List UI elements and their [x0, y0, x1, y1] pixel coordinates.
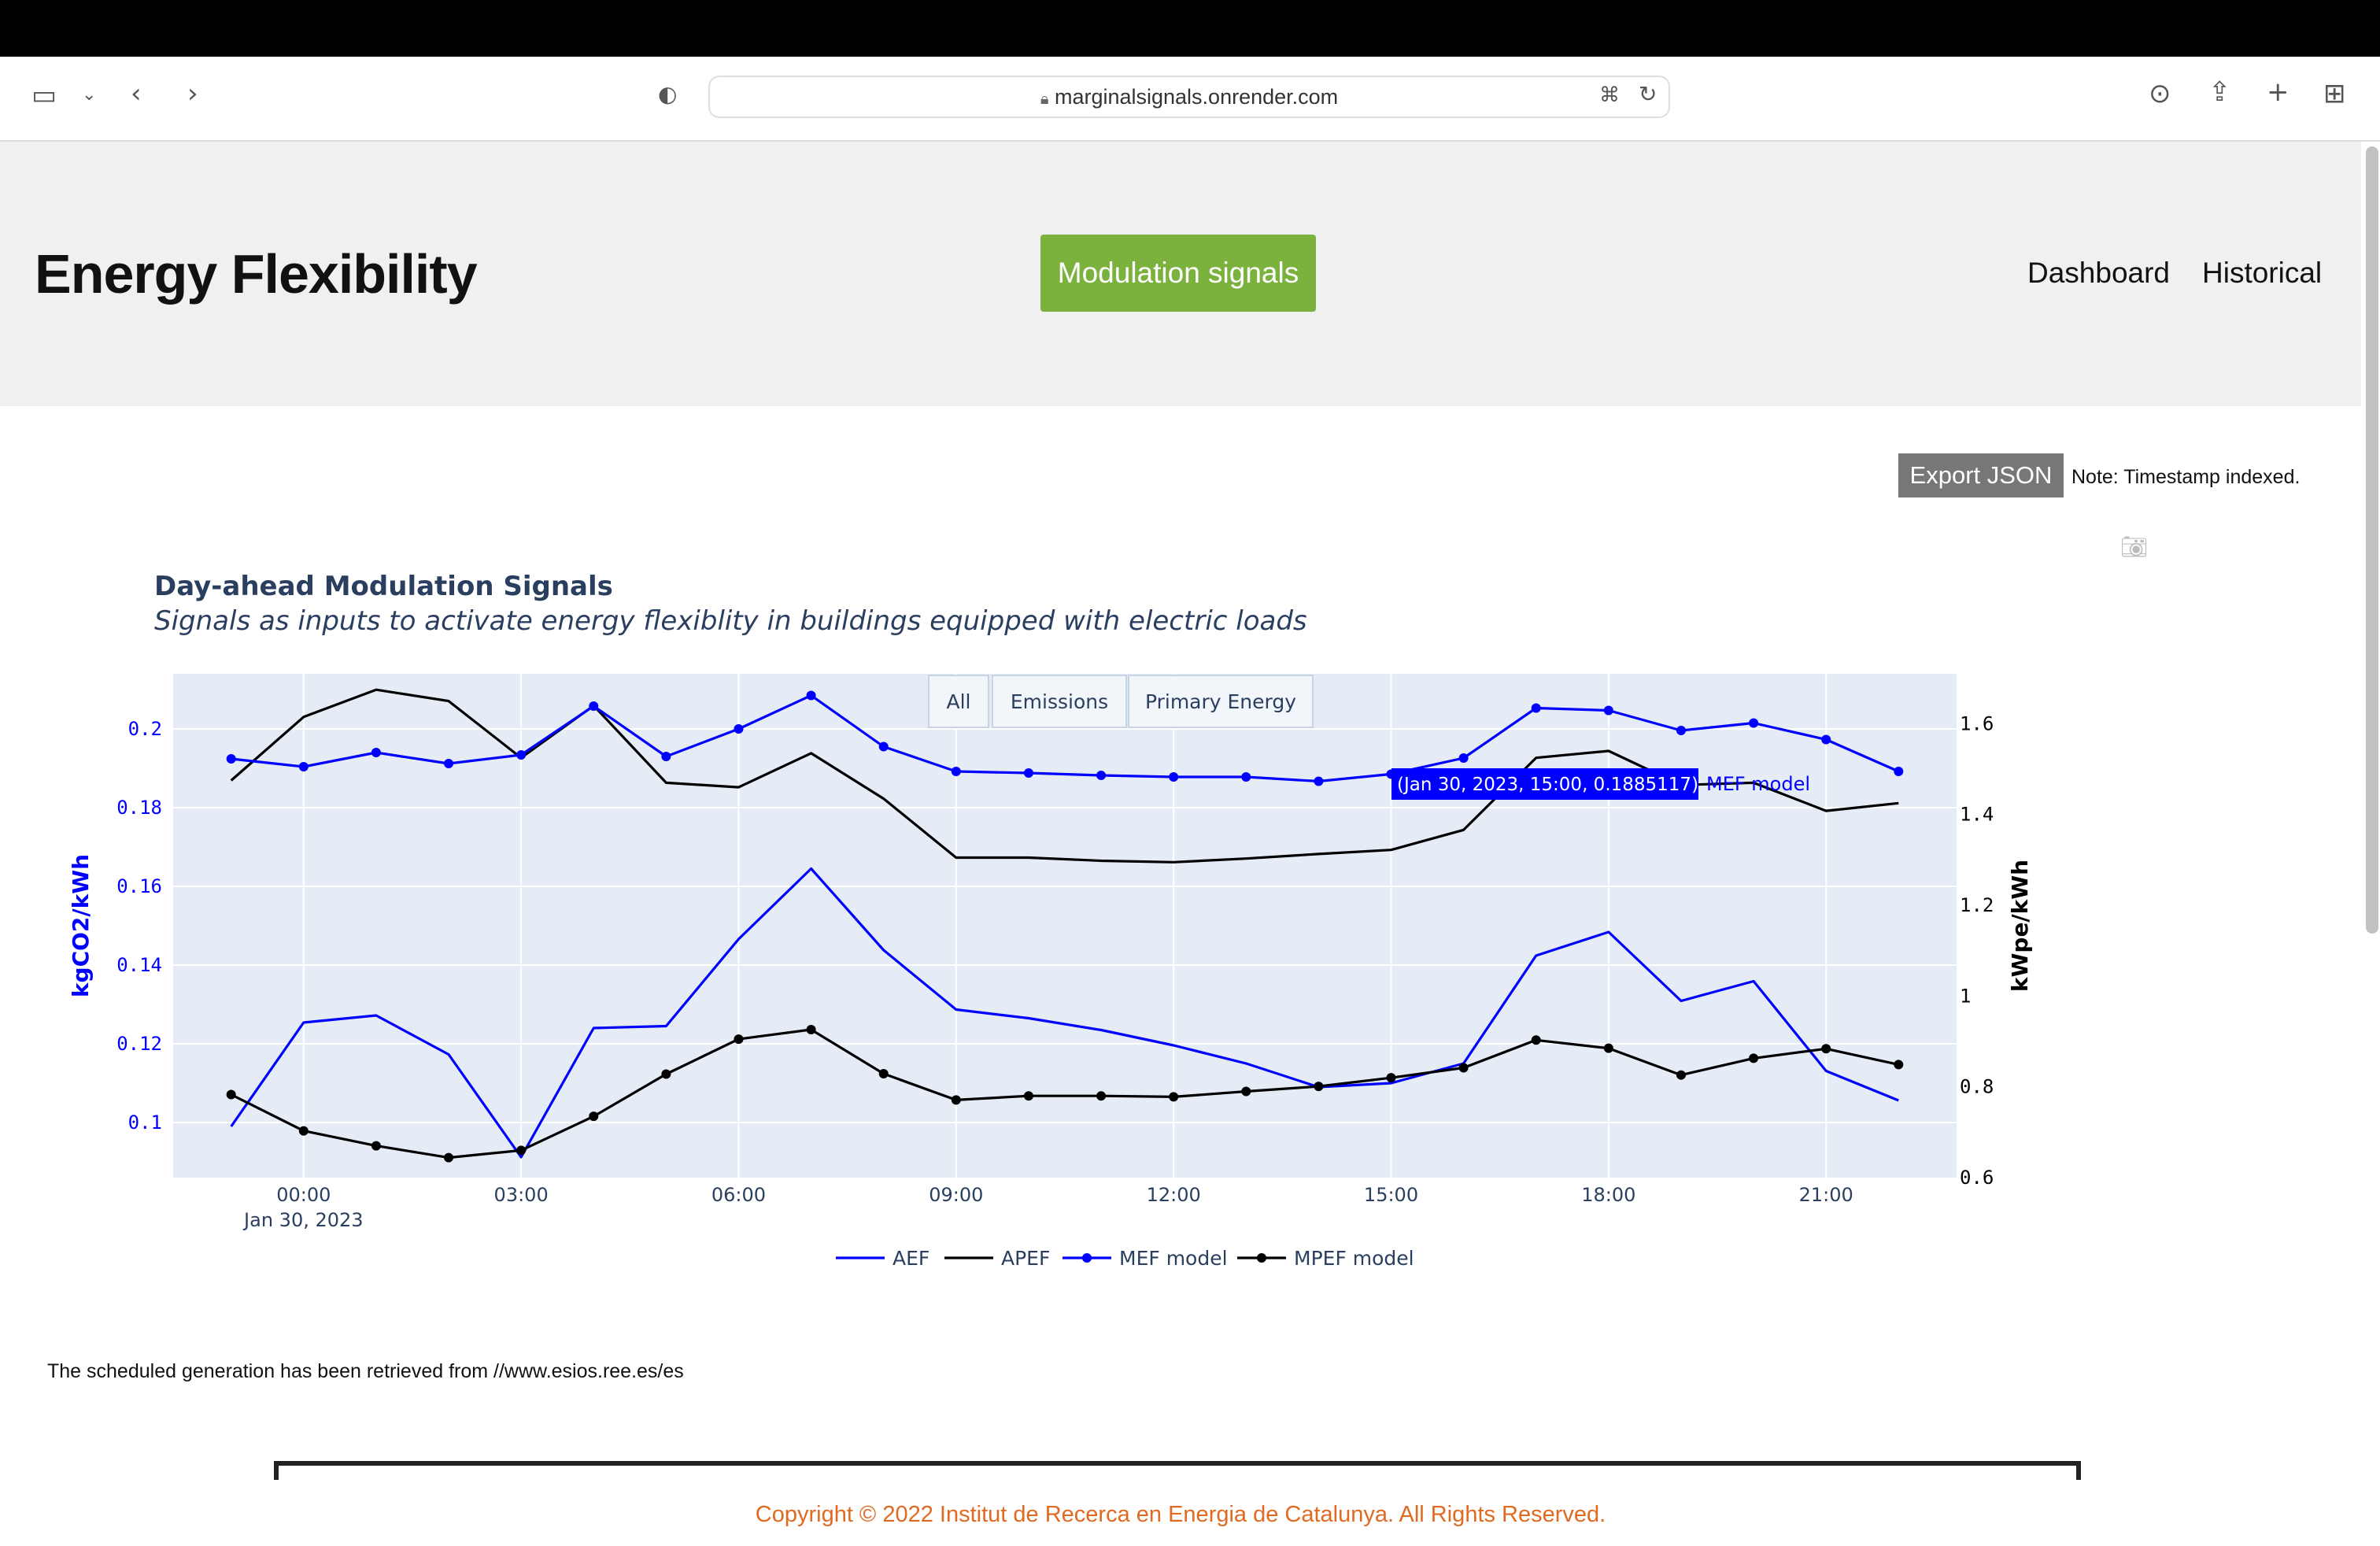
data-point-mpef-model	[878, 1068, 889, 1078]
chart-subtitle: Signals as inputs to activate energy fle…	[154, 605, 1307, 637]
data-point-mpef-model	[226, 1089, 236, 1100]
data-point-mef-model	[1096, 771, 1107, 780]
copyright-text: Copyright © 2022 Institut de Recerca en …	[755, 1502, 1606, 1527]
x-tick-label: 00:00	[276, 1184, 331, 1206]
y-tick-label-left: 0.18	[116, 797, 162, 819]
data-point-mpef-model	[1821, 1044, 1831, 1054]
legend-label-mef-model: MEF model	[1119, 1247, 1228, 1270]
data-point-mef-model	[661, 752, 671, 761]
y-tick-label-left: 0.14	[116, 954, 162, 976]
data-point-mpef-model	[1458, 1063, 1469, 1073]
legend: AEF APEF MEF model MPEF model	[836, 1247, 1414, 1270]
data-point-mpef-model	[1386, 1073, 1396, 1083]
data-point-mpef-model	[1749, 1053, 1759, 1063]
legend-label-apef: APEF	[1001, 1247, 1050, 1270]
data-point-mef-model	[444, 759, 454, 768]
data-point-mpef-model	[1603, 1043, 1613, 1053]
data-point-mpef-model	[589, 1111, 599, 1122]
data-point-mef-model	[734, 724, 744, 734]
legend-marker-mpef-model	[1257, 1253, 1266, 1263]
y-tick-label-right: 1.4	[1960, 804, 1994, 826]
y-tick-label-left: 0.12	[116, 1033, 162, 1055]
hover-tooltip-text: (Jan 30, 2023, 15:00, 0.1885117)	[1397, 775, 1698, 795]
plot-area	[173, 674, 1957, 1178]
data-point-mpef-model	[444, 1152, 454, 1163]
data-point-mef-model	[1894, 767, 1904, 776]
data-point-mef-model	[1241, 772, 1251, 782]
data-source-note: The scheduled generation has been retrie…	[47, 1360, 684, 1382]
data-point-mef-model	[806, 690, 816, 701]
data-point-mpef-model	[1169, 1092, 1179, 1102]
y-tick-label-left: 0.16	[116, 875, 162, 897]
x-tick-sublabel: Jan 30, 2023	[242, 1209, 364, 1231]
x-tick-label: 15:00	[1364, 1184, 1418, 1206]
filter-button-emissions-label: Emissions	[1011, 690, 1108, 713]
data-point-mpef-model	[371, 1141, 381, 1151]
y-tick-label-right: 0.8	[1960, 1076, 1994, 1098]
y-tick-label-left: 0.1	[128, 1111, 162, 1134]
data-point-mpef-model	[1241, 1086, 1251, 1097]
legend-label-aef: AEF	[893, 1247, 929, 1270]
filter-button-emissions[interactable]: Emissions	[992, 675, 1127, 728]
data-point-mef-model	[1023, 768, 1033, 778]
data-point-mef-model	[1531, 703, 1541, 713]
data-point-mef-model	[1603, 705, 1613, 716]
data-point-mpef-model	[1894, 1060, 1904, 1070]
data-point-mpef-model	[1531, 1035, 1541, 1045]
data-point-mef-model	[878, 742, 889, 752]
data-point-mpef-model	[298, 1126, 309, 1136]
data-point-mef-model	[1676, 726, 1686, 735]
legend-label-mpef-model: MPEF model	[1294, 1247, 1414, 1270]
data-point-mpef-model	[1096, 1091, 1107, 1101]
y-tick-label-right: 1.2	[1960, 894, 1994, 916]
data-point-mpef-model	[806, 1025, 816, 1035]
data-point-mef-model	[516, 750, 527, 760]
legend-marker-mef-model	[1082, 1253, 1092, 1263]
x-tick-label: 03:00	[494, 1184, 549, 1206]
modulation-signals-chart: 00:00 Jan 30, 2023 03:00 06:00 09:00 12:00 15:…	[68, 571, 2033, 1270]
data-point-mef-model	[1458, 753, 1469, 763]
data-point-mef-model	[589, 701, 599, 711]
data-point-mpef-model	[1676, 1070, 1686, 1080]
y-axis-left-label: kgCO2/kWh	[68, 854, 94, 997]
filter-button-primary-energy-label: Primary Energy	[1145, 690, 1296, 713]
y-tick-label-right: 0.6	[1960, 1167, 1994, 1189]
x-tick-label: 12:00	[1147, 1184, 1201, 1206]
data-point-mef-model	[371, 748, 381, 757]
y-tick-label-right: 1	[1960, 985, 1971, 1007]
page-scrollbar[interactable]	[2366, 146, 2378, 934]
data-point-mpef-model	[516, 1145, 527, 1156]
filter-buttons: All Emissions Primary Energy	[928, 675, 1314, 728]
x-tick-label: 21:00	[1799, 1184, 1853, 1206]
filter-button-all[interactable]: All	[928, 675, 989, 728]
data-point-mpef-model	[951, 1095, 961, 1105]
x-tick-label: 06:00	[711, 1184, 766, 1206]
data-point-mpef-model	[1023, 1091, 1033, 1101]
data-point-mef-model	[1821, 734, 1831, 745]
data-point-mef-model	[1749, 718, 1759, 728]
data-point-mef-model	[226, 754, 236, 764]
filter-button-primary-energy[interactable]: Primary Energy	[1128, 675, 1314, 728]
data-point-mef-model	[298, 762, 309, 771]
data-point-mef-model	[1169, 772, 1179, 782]
chart-title: Day-ahead Modulation Signals	[154, 571, 613, 602]
y-tick-label-left: 0.2	[128, 718, 162, 740]
data-point-mpef-model	[661, 1069, 671, 1079]
data-point-mef-model	[951, 767, 961, 776]
x-tick-label: 09:00	[929, 1184, 983, 1206]
data-point-mpef-model	[1314, 1082, 1324, 1092]
footer-divider	[274, 1461, 2081, 1480]
data-point-mpef-model	[734, 1034, 744, 1045]
hover-tooltip-series: MEF model	[1706, 773, 1810, 795]
y-tick-label-right: 1.6	[1960, 712, 1994, 734]
filter-button-all-label: All	[947, 690, 971, 713]
data-point-mef-model	[1314, 776, 1324, 786]
x-tick-label: 18:00	[1581, 1184, 1635, 1206]
y-axis-right-label: kWpe/kWh	[2007, 860, 2033, 992]
